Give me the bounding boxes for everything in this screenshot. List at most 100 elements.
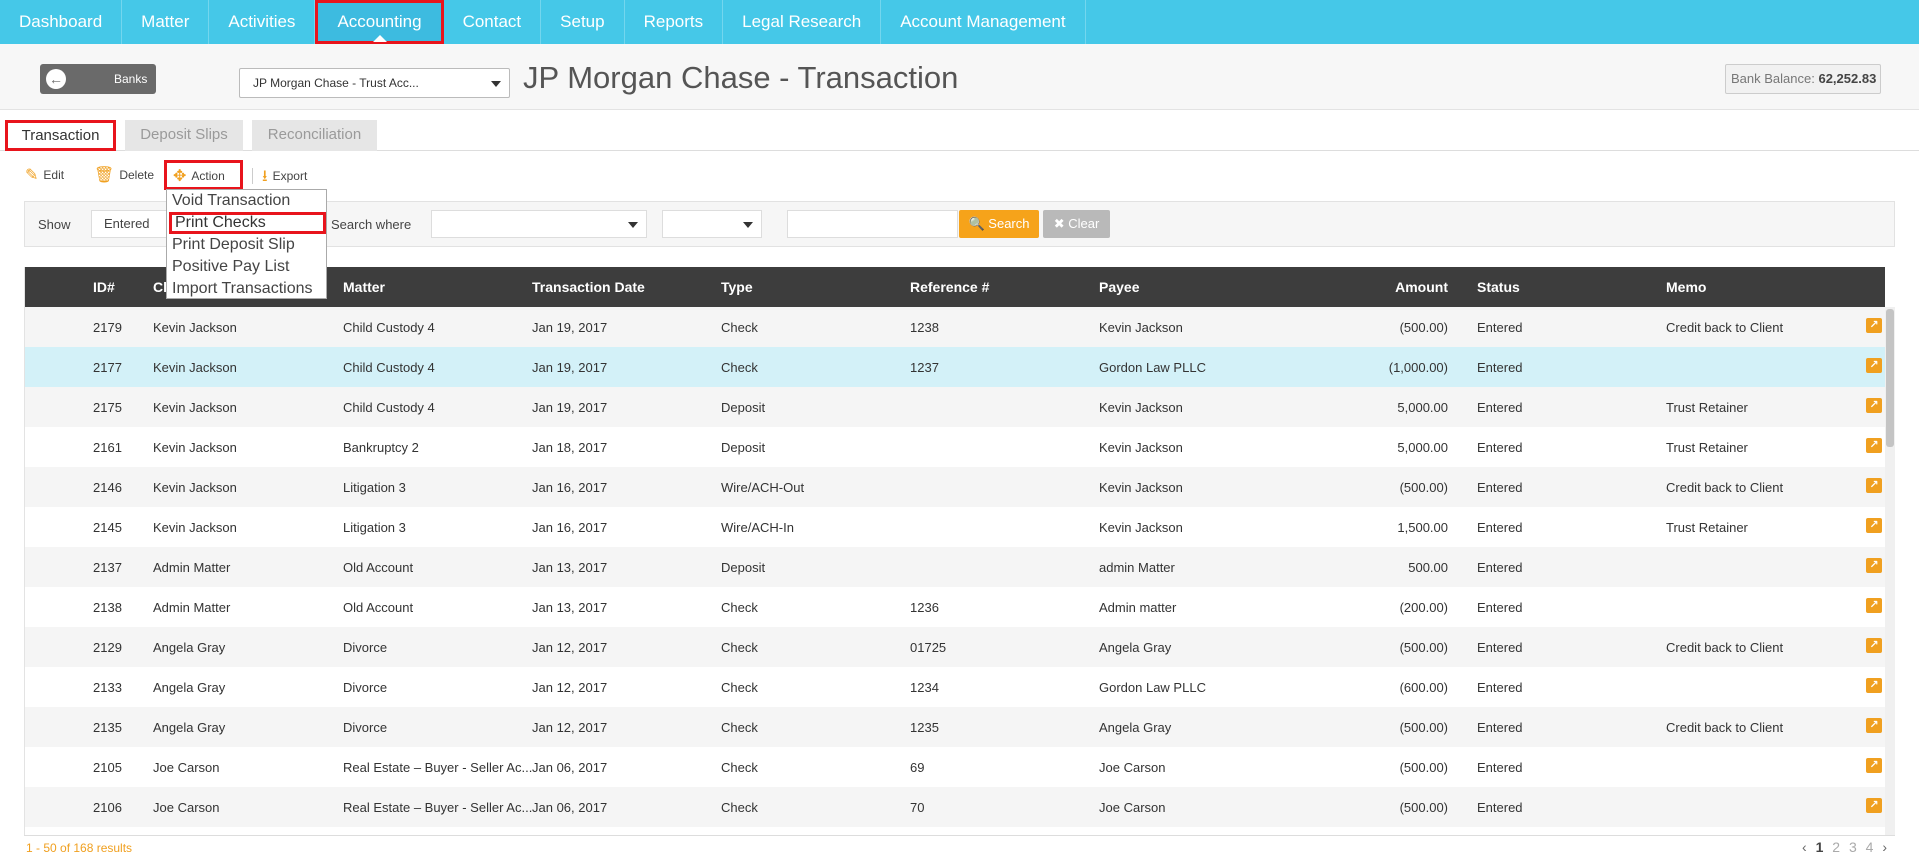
cell-id: 2138 — [93, 600, 122, 615]
clear-button[interactable]: ✖ Clear — [1043, 210, 1110, 238]
pager-page-2[interactable]: 2 — [1832, 839, 1840, 855]
cell-status: Entered — [1477, 560, 1523, 575]
cell-id: 2161 — [93, 440, 122, 455]
tab-reconciliation[interactable]: Reconciliation — [252, 120, 377, 151]
table-row[interactable]: 2175 Kevin Jackson Child Custody 4 Jan 19, … — [25, 387, 1885, 427]
table-row[interactable]: 2133 Angela Gray Divorce Jan 12, 2017 Check 1… — [25, 667, 1885, 707]
pager-page-3[interactable]: 3 — [1849, 839, 1857, 855]
tab-deposit-slips[interactable]: Deposit Slips — [125, 120, 243, 151]
table-row[interactable]: 2161 Kevin Jackson Bankruptcy 2 Jan 18, 201… — [25, 427, 1885, 467]
delete-label: Delete — [119, 168, 154, 182]
cell-matter: Divorce — [343, 720, 388, 735]
nav-reports[interactable]: Reports — [625, 0, 724, 44]
search-button[interactable]: 🔍 Search — [959, 210, 1039, 238]
cell-amount: (200.00) — [1399, 600, 1448, 615]
cell-id: 2177 — [93, 360, 122, 375]
col-amount[interactable]: Amount — [1395, 279, 1448, 295]
nav-legal-research[interactable]: Legal Research — [723, 0, 882, 44]
external-link-icon[interactable]: ↗ — [1866, 438, 1882, 453]
bank-balance-value: 62,252.83 — [1818, 71, 1877, 86]
x-icon: ✖ — [1053, 216, 1065, 231]
search-input[interactable] — [787, 210, 958, 238]
page-header: ← Banks JP Morgan Chase - Trust Acc... J… — [0, 44, 1919, 110]
back-button-label: Banks — [114, 72, 148, 86]
table-row[interactable]: 2138 Admin Matter Old Account Jan 13, 2017 C… — [25, 587, 1885, 627]
menu-item-print-checks[interactable]: Print Checks — [169, 212, 326, 234]
table-row[interactable]: 2137 Admin Matter Old Account Jan 13, 2017 D… — [25, 547, 1885, 587]
cell-matter: Divorce — [343, 680, 388, 695]
external-link-icon[interactable]: ↗ — [1866, 518, 1882, 533]
cell-payee: Joe Carson — [1099, 800, 1166, 815]
table-row[interactable]: 2135 Angela Gray Divorce Jan 12, 2017 Check 1… — [25, 707, 1885, 747]
external-link-icon[interactable]: ↗ — [1866, 718, 1882, 733]
table-row[interactable]: 2145 Kevin Jackson Litigation 3 Jan 16, 201… — [25, 507, 1885, 547]
external-link-icon[interactable]: ↗ — [1866, 358, 1882, 373]
menu-item-import-transactions[interactable]: Import Transactions — [172, 278, 313, 300]
external-link-icon[interactable]: ↗ — [1866, 638, 1882, 653]
search-field-select[interactable] — [431, 210, 647, 238]
search-operator-select[interactable] — [662, 210, 762, 238]
col-payee[interactable]: Payee — [1099, 279, 1139, 295]
external-link-icon[interactable]: ↗ — [1866, 558, 1882, 573]
pager-prev[interactable]: ‹ — [1802, 839, 1807, 855]
nav-contact[interactable]: Contact — [444, 0, 542, 44]
col-transaction-date[interactable]: Transaction Date — [532, 279, 645, 295]
cell-memo: Credit back to Client — [1666, 320, 1784, 335]
cell-amount: (600.00) — [1399, 680, 1448, 695]
cell-id: 2146 — [93, 480, 122, 495]
table-row[interactable]: 2146 Kevin Jackson Litigation 3 Jan 16, 201… — [25, 467, 1885, 507]
table-row[interactable]: 2106 Joe Carson Real Estate – Buyer - Sell… — [25, 787, 1885, 827]
pager-next[interactable]: › — [1882, 839, 1887, 855]
external-link-icon[interactable]: ↗ — [1866, 478, 1882, 493]
menu-item-void-transaction[interactable]: Void Transaction — [172, 190, 290, 212]
search-button-label: Search — [988, 216, 1030, 231]
table-row[interactable]: 2105 Joe Carson Real Estate – Buyer - Sell… — [25, 747, 1885, 787]
col-client[interactable]: Cl — [153, 279, 167, 295]
cell-client: Angela Gray — [153, 680, 226, 695]
col-type[interactable]: Type — [721, 279, 753, 295]
menu-item-positive-pay-list[interactable]: Positive Pay List — [172, 256, 289, 278]
col-reference[interactable]: Reference # — [910, 279, 989, 295]
external-link-icon[interactable]: ↗ — [1866, 398, 1882, 413]
cell-amount: 1,500.00 — [1397, 520, 1448, 535]
cell-client: Kevin Jackson — [153, 320, 237, 335]
chevron-down-icon — [491, 81, 501, 87]
cell-payee: Admin matter — [1099, 600, 1177, 615]
export-button[interactable]: ⭳ Export — [262, 165, 307, 192]
nav-accounting[interactable]: Accounting — [315, 0, 444, 44]
nav-setup[interactable]: Setup — [541, 0, 625, 44]
pager-page-4[interactable]: 4 — [1866, 839, 1874, 855]
external-link-icon[interactable]: ↗ — [1866, 798, 1882, 813]
table-scroll-thumb[interactable] — [1886, 309, 1894, 447]
menu-item-print-deposit-slip[interactable]: Print Deposit Slip — [172, 234, 295, 256]
pager-page-1[interactable]: 1 — [1816, 839, 1824, 855]
nav-activities[interactable]: Activities — [209, 0, 316, 44]
external-link-icon[interactable]: ↗ — [1866, 318, 1882, 333]
toolbar: ✎ Edit 🗑 Delete ✥ Action ⭳ Export — [0, 160, 400, 190]
action-label: Action — [191, 169, 225, 183]
cell-amount: (500.00) — [1399, 760, 1448, 775]
tab-transaction[interactable]: Transaction — [5, 120, 116, 151]
col-matter[interactable]: Matter — [343, 279, 385, 295]
top-nav: Dashboard Matter Activities Accounting C… — [0, 0, 1919, 44]
table-row[interactable]: 2177 Kevin Jackson Child Custody 4 Jan 19, … — [25, 347, 1885, 387]
table-row[interactable]: 2129 Angela Gray Divorce Jan 12, 2017 Check 0… — [25, 627, 1885, 667]
external-link-icon[interactable]: ↗ — [1866, 598, 1882, 613]
edit-button[interactable]: ✎ Edit — [25, 165, 64, 185]
col-id[interactable]: ID# — [93, 279, 115, 295]
external-link-icon[interactable]: ↗ — [1866, 758, 1882, 773]
nav-account-management[interactable]: Account Management — [881, 0, 1086, 44]
col-memo[interactable]: Memo — [1666, 279, 1706, 295]
table-row[interactable]: 2179 Kevin Jackson Child Custody 4 Jan 19, … — [25, 307, 1885, 347]
cell-amount: (500.00) — [1399, 800, 1448, 815]
bank-account-select[interactable]: JP Morgan Chase - Trust Acc... — [239, 68, 510, 98]
nav-dashboard[interactable]: Dashboard — [0, 0, 123, 44]
action-button[interactable]: ✥ Action — [164, 160, 243, 190]
delete-button[interactable]: 🗑 Delete — [94, 165, 154, 185]
col-status[interactable]: Status — [1477, 279, 1520, 295]
cell-type: Check — [721, 320, 758, 335]
external-link-icon[interactable]: ↗ — [1866, 678, 1882, 693]
back-to-banks-button[interactable]: ← Banks — [40, 64, 156, 94]
nav-matter[interactable]: Matter — [122, 0, 210, 44]
cell-type: Deposit — [721, 400, 766, 415]
